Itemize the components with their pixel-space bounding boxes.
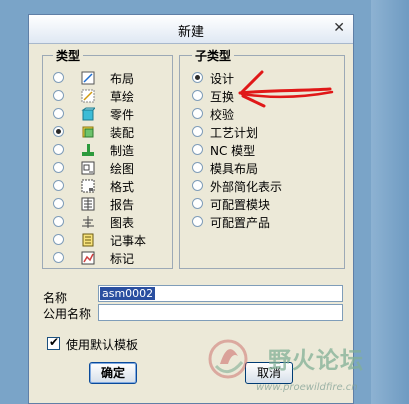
subtype-option-verify[interactable]: 校验	[192, 105, 342, 123]
radio-button[interactable]	[192, 180, 203, 191]
sketch-icon	[81, 89, 95, 103]
radio-button[interactable]	[53, 162, 64, 173]
type-label: 零件	[110, 108, 135, 122]
notebook-icon	[82, 233, 94, 247]
type-option-notebook[interactable]: 记事本	[53, 231, 168, 249]
close-icon[interactable]: ✕	[333, 20, 345, 36]
radio-button[interactable]	[192, 162, 203, 173]
radio-button[interactable]	[53, 198, 64, 209]
type-label: 布局	[110, 72, 135, 86]
subtype-label: 外部简化表示	[210, 180, 283, 194]
type-option-layout[interactable]: 布局	[53, 69, 168, 87]
name-input[interactable]: asm0002	[98, 285, 343, 302]
subtype-label: 工艺计划	[210, 126, 259, 140]
type-option-sketch[interactable]: 草绘	[53, 87, 168, 105]
subtype-label: 可配置模块	[210, 198, 271, 212]
type-label: 图表	[110, 216, 135, 230]
radio-button[interactable]	[192, 108, 203, 119]
report-icon	[81, 197, 95, 211]
subtype-group-legend: 子类型	[192, 47, 235, 64]
type-label: 草绘	[110, 90, 135, 104]
type-option-diagram[interactable]: 图表	[53, 213, 168, 231]
radio-button[interactable]	[53, 108, 64, 119]
subtype-option-process-plan[interactable]: 工艺计划	[192, 123, 342, 141]
type-label: 装配	[110, 126, 135, 140]
subtype-option-nc-model[interactable]: NC 模型	[192, 141, 342, 159]
subtype-label: 互换	[210, 90, 235, 104]
radio-button[interactable]	[53, 90, 64, 101]
type-label: 格式	[110, 180, 135, 194]
type-option-assembly[interactable]: 装配	[53, 123, 168, 141]
radio-button[interactable]	[53, 216, 64, 227]
type-group: 类型 布局 草绘 零件 装配 制造 绘图 格式 报告 图表 记事本 标记	[42, 47, 173, 269]
radio-button[interactable]	[53, 72, 64, 83]
subtype-label: 校验	[210, 108, 235, 122]
markup-icon	[81, 251, 95, 265]
subtype-option-design[interactable]: 设计	[192, 69, 342, 87]
radio-button[interactable]	[53, 144, 64, 155]
type-option-format[interactable]: 格式	[53, 177, 168, 195]
radio-button-selected[interactable]	[192, 72, 203, 83]
subtype-option-external-simplified[interactable]: 外部简化表示	[192, 177, 342, 195]
subtype-label: NC 模型	[210, 144, 256, 158]
common-name-input[interactable]	[98, 304, 343, 321]
subtype-group: 子类型 设计 互换 校验 工艺计划 NC 模型 模具布局 外部简化表示 可配置模…	[179, 47, 345, 269]
layout-icon	[81, 71, 95, 85]
subtype-option-interchange[interactable]: 互换	[192, 87, 342, 105]
type-label: 标记	[110, 252, 135, 266]
radio-button[interactable]	[192, 126, 203, 137]
radio-button[interactable]	[192, 216, 203, 227]
use-default-template-checkbox[interactable]	[47, 335, 60, 350]
manufacturing-icon	[82, 144, 94, 156]
assembly-icon	[82, 126, 94, 138]
radio-button[interactable]	[53, 234, 64, 245]
format-icon	[81, 179, 95, 193]
radio-button-selected[interactable]	[53, 126, 64, 137]
type-option-part[interactable]: 零件	[53, 105, 168, 123]
watermark-url: www.proewildfire.cn	[256, 382, 358, 393]
radio-button[interactable]	[192, 90, 203, 101]
type-option-markup[interactable]: 标记	[53, 249, 168, 267]
type-group-legend: 类型	[53, 47, 84, 64]
subtype-option-configurable-product[interactable]: 可配置产品	[192, 213, 342, 231]
subtype-option-configurable-module[interactable]: 可配置模块	[192, 195, 342, 213]
subtype-label: 设计	[210, 72, 235, 86]
type-label: 制造	[110, 144, 135, 158]
part-icon	[81, 107, 95, 121]
type-label: 记事本	[110, 234, 147, 248]
radio-button[interactable]	[53, 252, 64, 263]
subtype-label: 模具布局	[210, 162, 259, 176]
type-option-drawing[interactable]: 绘图	[53, 159, 168, 177]
radio-button[interactable]	[53, 180, 64, 191]
diagram-icon	[82, 216, 94, 228]
type-option-report[interactable]: 报告	[53, 195, 168, 213]
ok-button[interactable]: 确定	[89, 362, 137, 384]
type-label: 绘图	[110, 162, 135, 176]
watermark-text: 野火论坛	[268, 348, 364, 374]
use-default-template-label: 使用默认模板	[66, 338, 139, 352]
radio-button[interactable]	[192, 198, 203, 209]
subtype-label: 可配置产品	[210, 216, 271, 230]
subtype-option-mold-layout[interactable]: 模具布局	[192, 159, 342, 177]
name-label: 名称	[43, 291, 68, 305]
dialog-title: 新建	[177, 25, 204, 40]
type-option-manufacturing[interactable]: 制造	[53, 141, 168, 159]
name-value: asm0002	[100, 287, 156, 300]
type-label: 报告	[110, 198, 135, 212]
common-name-label: 公用名称	[43, 307, 92, 321]
radio-button[interactable]	[192, 144, 203, 155]
title-bar: 新建 ✕	[29, 15, 353, 44]
drawing-icon	[81, 161, 95, 175]
